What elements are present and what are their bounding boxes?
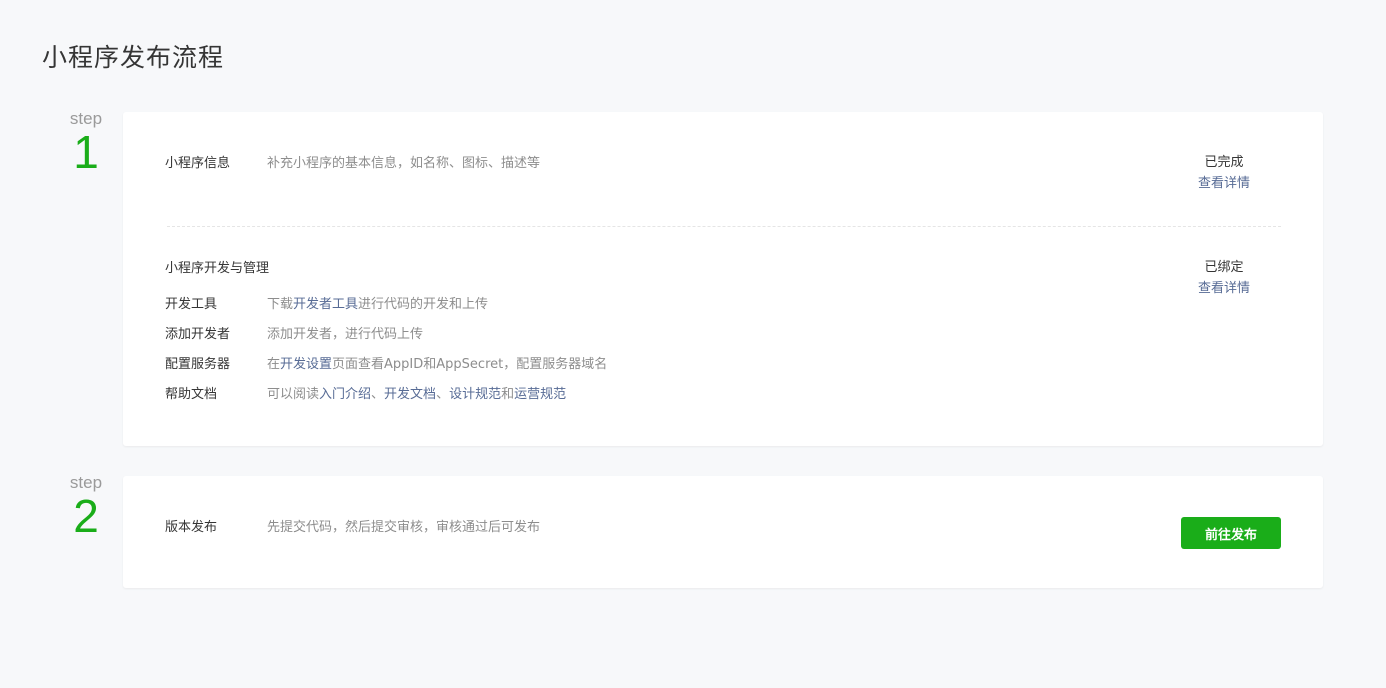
step-1-card: 小程序信息 补充小程序的基本信息，如名称、图标、描述等 已完成 查看详情 小程序… [123,112,1323,446]
step-number: 2 [73,490,99,542]
step-1-marker: step 1 [55,110,117,178]
dev-status-block: 已绑定 查看详情 [1189,257,1259,299]
text-part: 下载 [267,297,294,312]
text-part: 在 [267,357,281,372]
info-status: 已完成 [1204,155,1244,170]
info-desc: 补充小程序的基本信息，如名称、图标、描述等 [267,156,541,171]
dev-section-title: 小程序开发与管理 [165,261,270,276]
dev-item-desc: 下载开发者工具进行代码的开发和上传 [267,296,488,314]
page: 小程序发布流程 step 1 小程序信息 补充小程序的基本信息，如名称、图标、描… [0,0,1386,688]
design-guide-link[interactable]: 设计规范 [449,387,501,402]
text-part: 页面查看AppID和AppSecret，配置服务器域名 [332,357,608,372]
dev-item-label: 帮助文档 [165,387,218,402]
dev-status: 已绑定 [1204,260,1244,275]
release-label: 版本发布 [165,520,218,535]
intro-link[interactable]: 入门介绍 [319,387,371,402]
info-label: 小程序信息 [165,156,231,171]
publish-button[interactable]: 前往发布 [1181,517,1281,549]
dev-item-label: 配置服务器 [165,357,231,372]
step-2-card: 版本发布 先提交代码，然后提交审核，审核通过后可发布 前往发布 [123,476,1323,588]
info-detail-link[interactable]: 查看详情 [1189,173,1259,194]
text-part: 、 [371,387,385,402]
page-title: 小程序发布流程 [42,43,225,72]
divider [167,226,1281,227]
dev-item-label: 开发工具 [165,297,218,312]
step-number: 1 [73,126,99,178]
dev-settings-link[interactable]: 开发设置 [280,357,332,372]
dev-item-desc: 可以阅读入门介绍、开发文档、设计规范和运营规范 [267,386,566,404]
devtools-link[interactable]: 开发者工具 [293,297,358,312]
dev-docs-link[interactable]: 开发文档 [384,387,436,402]
text-part: 、 [436,387,450,402]
text-part: 可以阅读 [267,387,320,402]
info-status-block: 已完成 查看详情 [1189,152,1259,194]
dev-item-desc: 添加开发者，进行代码上传 [267,327,424,342]
dev-item-desc: 在开发设置页面查看AppID和AppSecret，配置服务器域名 [267,356,607,374]
release-desc: 先提交代码，然后提交审核，审核通过后可发布 [267,520,541,535]
dev-detail-link[interactable]: 查看详情 [1189,278,1259,299]
text-part: 和 [501,387,515,402]
step-2-marker: step 2 [55,474,117,542]
operation-guide-link[interactable]: 运营规范 [514,387,566,402]
dev-item-label: 添加开发者 [165,327,231,342]
text-part: 进行代码的开发和上传 [358,297,489,312]
